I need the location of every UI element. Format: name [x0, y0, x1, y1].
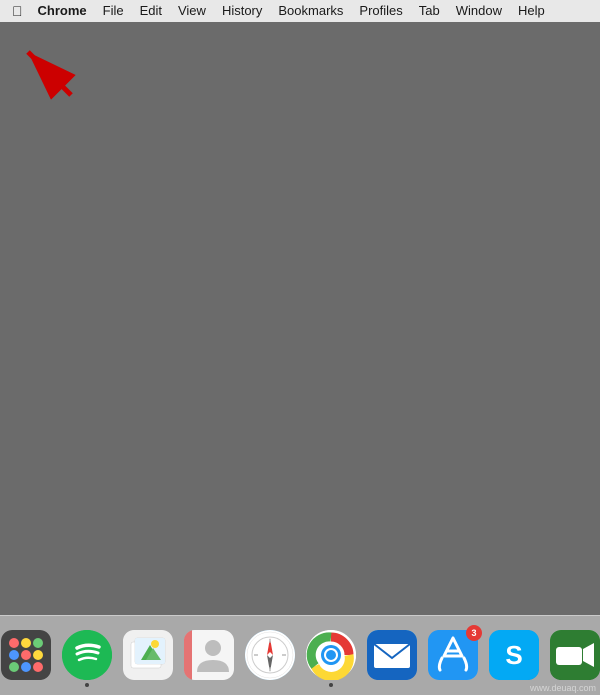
dock: 3 S [0, 615, 600, 695]
menu-window[interactable]: Window [449, 0, 509, 22]
menu-help[interactable]: Help [511, 0, 552, 22]
menu-history[interactable]: History [215, 0, 269, 22]
watermark: www.deuaq.com [530, 683, 596, 693]
dock-item-appstore[interactable]: 3 [425, 627, 480, 682]
dock-item-skype[interactable]: S [486, 627, 541, 682]
menu-view[interactable]: View [171, 0, 213, 22]
menu-bookmarks[interactable]: Bookmarks [271, 0, 350, 22]
dock-item-safari[interactable] [242, 627, 297, 682]
arrow-annotation [16, 40, 76, 100]
dock-dot-chrome [329, 683, 333, 687]
appstore-badge: 3 [466, 625, 482, 641]
dock-item-chrome[interactable] [303, 627, 358, 682]
menu-profiles[interactable]: Profiles [352, 0, 409, 22]
dock-item-launchpad[interactable] [0, 627, 53, 682]
menu-file[interactable]: File [96, 0, 131, 22]
dock-dot-spotify [85, 683, 89, 687]
dock-item-preview[interactable] [120, 627, 175, 682]
main-content [0, 22, 600, 615]
dock-item-contacts[interactable] [181, 627, 236, 682]
menu-chrome[interactable]: Chrome [31, 0, 94, 22]
apple-menu[interactable]:  [6, 1, 29, 21]
menu-bar:  Chrome File Edit View History Bookmark… [0, 0, 600, 22]
dock-item-facetime[interactable] [547, 627, 600, 682]
dock-item-spotify[interactable] [59, 627, 114, 682]
dock-item-mail[interactable] [364, 627, 419, 682]
svg-text:S: S [505, 640, 522, 670]
menu-tab[interactable]: Tab [412, 0, 447, 22]
menu-edit[interactable]: Edit [133, 0, 169, 22]
